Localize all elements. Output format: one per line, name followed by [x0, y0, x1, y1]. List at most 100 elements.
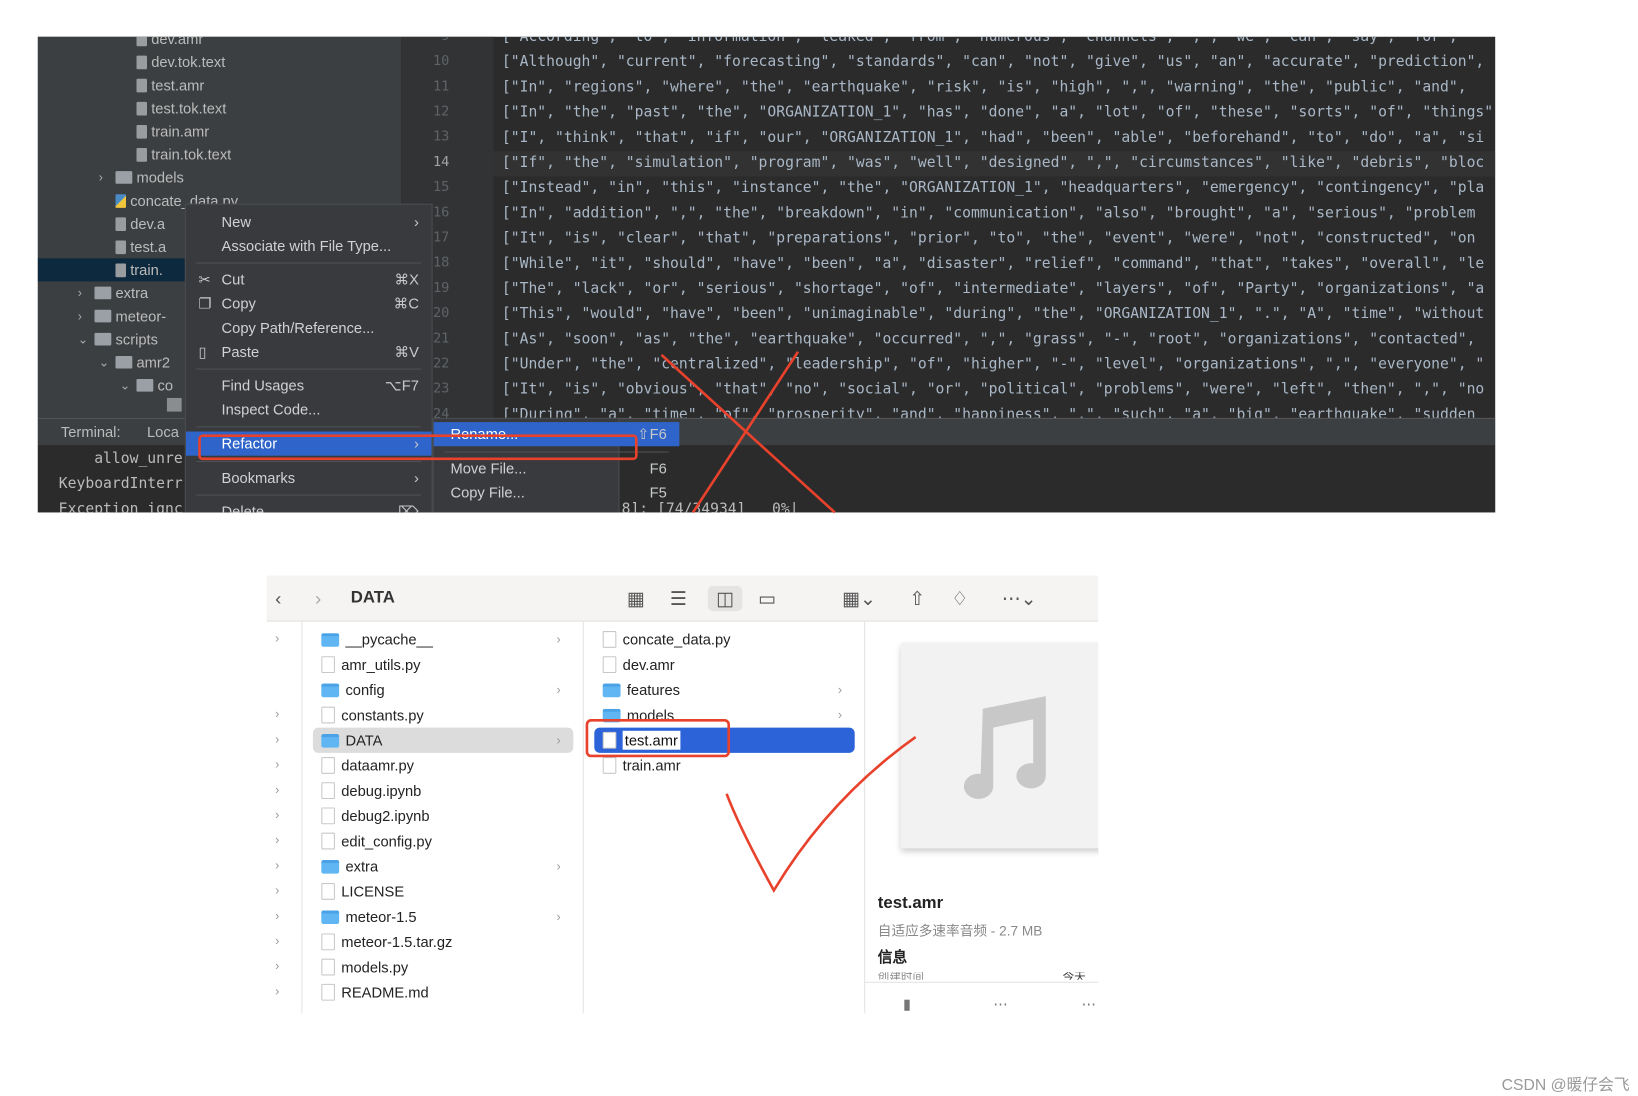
tree-item[interactable]: train.tok.text — [38, 143, 401, 166]
file-icon — [136, 55, 147, 69]
finder-item[interactable]: dataamr.py — [313, 753, 573, 778]
finder-item[interactable]: dev.amr — [594, 652, 854, 677]
menu-item-label: Cut — [221, 270, 245, 288]
chevron-right-icon[interactable]: › — [275, 732, 279, 747]
finder-item[interactable]: constants.py — [313, 702, 573, 727]
chevron-right-icon: › — [414, 469, 419, 487]
menu-item-find-usages[interactable]: Find Usages ⌥F7 — [186, 374, 432, 398]
chevron-right-icon[interactable]: › — [275, 833, 279, 848]
tree-item[interactable]: dev.amr — [38, 36, 401, 51]
menu-item-cut[interactable]: ✂ Cut ⌘X — [186, 268, 432, 292]
menu-item-refactor[interactable]: Refactor › — [185, 431, 432, 456]
folder-icon — [115, 171, 133, 184]
line-number: 23 — [432, 381, 450, 397]
menu-item-label: Copy Path/Reference... — [221, 319, 375, 336]
code-line: ["Although", "current", "forecasting", "… — [501, 53, 1485, 71]
menu-separator — [196, 494, 422, 496]
chevron-right-icon[interactable]: › — [275, 631, 279, 646]
chevron-right-icon[interactable]: › — [275, 933, 279, 948]
finder-item[interactable]: DATA › — [312, 727, 574, 753]
finder-item[interactable]: amr_utils.py — [313, 652, 573, 677]
menu-item-new[interactable]: New › — [186, 210, 432, 234]
finder-item[interactable]: models.py — [313, 954, 573, 979]
finder-item[interactable]: test.amr — [594, 727, 855, 753]
finder-item[interactable]: models › — [594, 702, 854, 727]
back-icon[interactable]: ‹ — [275, 586, 281, 611]
finder-item[interactable]: features › — [594, 677, 854, 702]
chevron-right-icon[interactable]: › — [275, 959, 279, 974]
group-icon[interactable]: ▦⌄ — [842, 586, 876, 611]
menu-item-label: Delete... — [221, 502, 277, 513]
menu-item-move-file[interactable]: Move File... F6 — [434, 457, 680, 481]
chevron-right-icon[interactable]: › — [275, 757, 279, 772]
finder-column-parent: › › › › › › › › › › › › › — [267, 621, 303, 1014]
document-icon — [602, 757, 617, 774]
menu-item-paste[interactable]: ▯ Paste ⌘V — [186, 340, 432, 364]
finder-item[interactable]: train.amr — [594, 753, 854, 778]
menu-item-associate-with-file-type[interactable]: Associate with File Type... — [186, 234, 432, 258]
created-label: 创建时间 — [877, 972, 924, 980]
chevron-right-icon[interactable]: › — [275, 807, 279, 822]
finder-item[interactable]: __pycache__ › — [313, 627, 573, 652]
rotate-icon[interactable]: ▮ — [903, 995, 911, 1013]
menu-item-delete[interactable]: Delete... ⌦ — [186, 500, 432, 513]
line-number: 15 — [432, 179, 450, 196]
chevron-icon: › — [77, 308, 82, 324]
finder-item-label: debug.ipynb — [341, 782, 422, 800]
tree-item[interactable]: test.amr — [38, 74, 401, 97]
tree-item-label: test.a — [130, 238, 167, 256]
tag-icon[interactable]: ♢ — [951, 586, 968, 611]
ide-window: dev.amr dev.tok.text test.amr test.tok.text… — [37, 36, 1496, 513]
markup-icon[interactable]: ⋯ — [993, 995, 1008, 1013]
folder-icon — [136, 379, 154, 392]
chevron-right-icon[interactable]: › — [275, 883, 279, 898]
chevron-right-icon[interactable]: › — [275, 782, 279, 797]
folder-icon — [602, 683, 621, 697]
finder-item[interactable]: README.md — [313, 980, 573, 1005]
document-icon — [321, 933, 335, 951]
list-view-icon[interactable]: ☰ — [670, 586, 687, 611]
forward-icon[interactable]: › — [315, 586, 321, 611]
copy-icon: ❐ — [198, 295, 212, 312]
finder-item[interactable]: extra › — [313, 854, 573, 879]
menu-item-copy-file[interactable]: Copy File... F5 — [434, 481, 680, 505]
menu-separator — [196, 368, 422, 370]
more-actions-icon[interactable]: ⋯ — [1082, 995, 1097, 1013]
menu-item-label: Find Usages — [221, 376, 305, 394]
terminal-tab-local[interactable]: Loca — [147, 423, 179, 440]
more-icon[interactable]: ⋯⌄ — [1002, 586, 1037, 611]
column-view-icon[interactable]: ◫ — [707, 585, 743, 612]
menu-item-inspect-code[interactable]: Inspect Code... — [186, 398, 432, 422]
finder-item[interactable]: meteor-1.5.tar.gz — [313, 929, 573, 954]
finder-item[interactable]: debug.ipynb — [313, 778, 573, 803]
finder-item[interactable]: config › — [313, 677, 573, 702]
tree-item[interactable]: dev.tok.text — [38, 50, 401, 73]
finder-item[interactable]: LICENSE — [313, 879, 573, 904]
tree-item[interactable]: test.tok.text — [38, 97, 401, 120]
chevron-right-icon[interactable]: › — [275, 858, 279, 873]
finder-item[interactable]: edit_config.py — [313, 828, 573, 853]
menu-item-rename[interactable]: Rename... ⇧F6 — [433, 422, 680, 447]
finder-item[interactable]: concate_data.py — [594, 627, 854, 652]
shortcut: F5 — [649, 484, 667, 501]
preview-pane: test.amr 自适应多速率音频 - 2.7 MB 信息 创建时间 今天 ▮ … — [865, 622, 1099, 1014]
menu-item-bookmarks[interactable]: Bookmarks › — [186, 466, 432, 490]
code-editor[interactable]: ["According", "to", "information", "leak… — [493, 37, 1496, 418]
menu-item-label: Paste — [221, 343, 260, 361]
gallery-view-icon[interactable]: ▭ — [758, 586, 776, 611]
chevron-right-icon[interactable]: › — [275, 984, 279, 999]
line-number: 17 — [432, 229, 450, 246]
tree-item[interactable]: › models — [38, 166, 401, 189]
icon-view-icon[interactable]: ▦ — [627, 586, 645, 611]
tree-item[interactable]: train.amr — [38, 120, 401, 143]
chevron-right-icon[interactable]: › — [275, 908, 279, 923]
finder-item[interactable]: meteor-1.5 › — [313, 904, 573, 929]
menu-item-copy-path-reference[interactable]: Copy Path/Reference... — [186, 316, 432, 340]
music-note-icon — [963, 696, 1046, 799]
finder-item[interactable]: debug2.ipynb — [313, 803, 573, 828]
menu-item-label: Refactor — [221, 434, 278, 452]
rename-field[interactable]: test.amr — [622, 730, 680, 750]
share-icon[interactable]: ⇧ — [909, 586, 925, 611]
menu-item-copy[interactable]: ❐ Copy ⌘C — [186, 292, 432, 316]
chevron-right-icon[interactable]: › — [275, 707, 279, 722]
